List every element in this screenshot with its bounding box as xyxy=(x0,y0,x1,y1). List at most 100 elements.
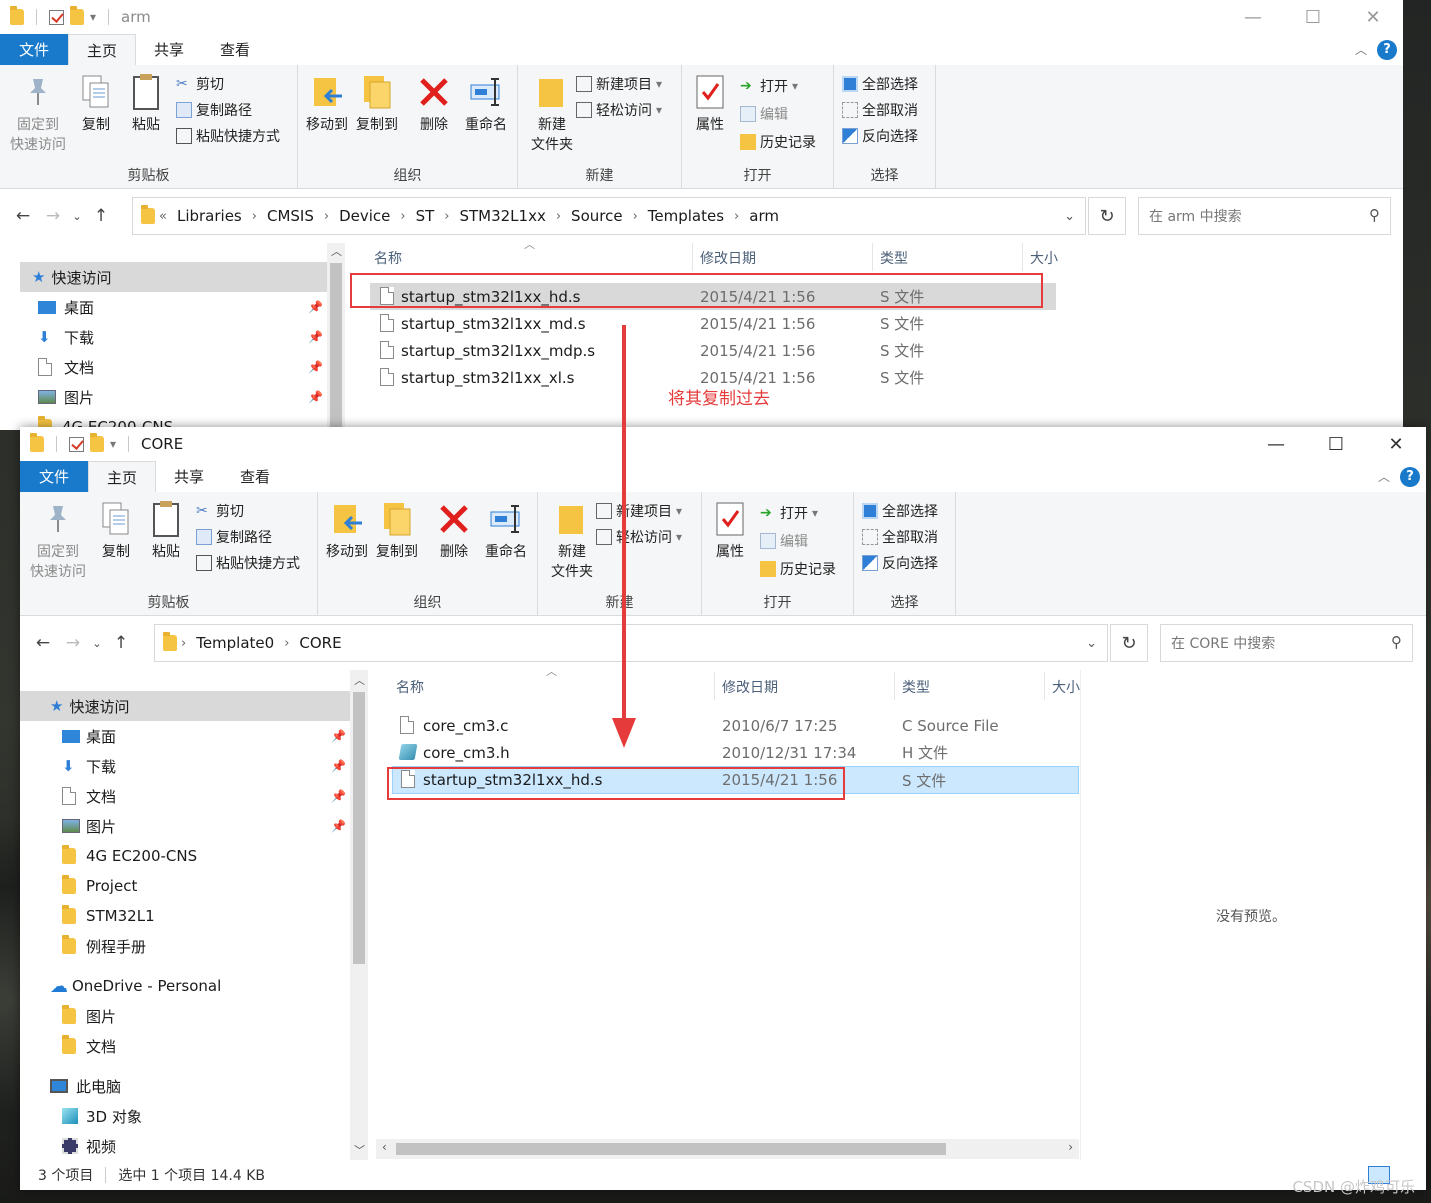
tab-file[interactable]: 文件 xyxy=(0,34,68,65)
copy-to-button[interactable]: 复制到 xyxy=(374,500,420,562)
search-input[interactable]: 在 CORE 中搜索 ⚲ xyxy=(1160,624,1413,662)
paste-button[interactable]: 粘贴 xyxy=(124,73,168,135)
select-all-button[interactable]: 全部选择 xyxy=(862,500,938,522)
forward-arrow-icon[interactable]: → xyxy=(58,633,88,653)
select-none-button[interactable]: 全部取消 xyxy=(842,99,918,121)
column-name[interactable]: 名称 xyxy=(396,672,424,702)
tab-view[interactable]: 查看 xyxy=(202,34,268,65)
close-button[interactable]: ✕ xyxy=(1366,427,1426,461)
column-size[interactable]: 大小 xyxy=(1052,672,1080,702)
properties-quick-icon[interactable] xyxy=(69,436,84,452)
breadcrumb-item[interactable]: Device xyxy=(339,207,390,225)
nav-documents[interactable]: 文档 📌 xyxy=(62,781,346,811)
nav-pictures[interactable]: 图片 📌 xyxy=(38,382,327,412)
recent-locations-icon[interactable]: ⌄ xyxy=(68,210,86,223)
move-to-button[interactable]: 移动到 xyxy=(304,73,350,135)
copy-path-button[interactable]: 复制路径 xyxy=(196,526,272,548)
nav-folder-project[interactable]: Project xyxy=(62,871,346,901)
pin-quick-access-button[interactable]: 固定到 快速访问 xyxy=(8,73,68,155)
new-folder-quick-icon[interactable] xyxy=(70,6,84,25)
invert-selection-button[interactable]: 反向选择 xyxy=(862,552,938,574)
chevron-down-icon[interactable]: ⌄ xyxy=(1064,209,1075,224)
edit-button[interactable]: 编辑 xyxy=(760,530,808,552)
breadcrumb-item[interactable]: Libraries xyxy=(177,207,242,225)
refresh-button[interactable]: ↻ xyxy=(1110,624,1148,662)
new-folder-quick-icon[interactable] xyxy=(90,433,104,452)
properties-button[interactable]: 属性 xyxy=(688,73,732,135)
customize-qat-icon[interactable]: ▾ xyxy=(110,437,116,451)
nav-desktop[interactable]: 桌面 📌 xyxy=(62,721,346,751)
new-item-button[interactable]: 新建项目 ▾ xyxy=(596,500,682,522)
back-arrow-icon[interactable]: ← xyxy=(8,206,38,226)
invert-selection-button[interactable]: 反向选择 xyxy=(842,125,918,147)
recent-locations-icon[interactable]: ⌄ xyxy=(88,637,106,650)
collapse-ribbon-icon[interactable]: ︿ xyxy=(1378,468,1390,485)
edit-button[interactable]: 编辑 xyxy=(740,103,788,125)
column-type[interactable]: 类型 xyxy=(902,672,930,702)
file-row[interactable]: startup_stm32l1xx_mdp.s 2015/4/21 1:56 S 文… xyxy=(370,337,1056,364)
history-button[interactable]: 历史记录 xyxy=(760,558,836,580)
column-type[interactable]: 类型 xyxy=(880,243,908,273)
customize-qat-icon[interactable]: ▾ xyxy=(90,10,96,24)
nav-this-pc[interactable]: 此电脑 xyxy=(50,1071,346,1101)
breadcrumb-item[interactable]: arm xyxy=(749,207,779,225)
easy-access-button[interactable]: 轻松访问 ▾ xyxy=(576,99,662,121)
search-input[interactable]: 在 arm 中搜索 ⚲ xyxy=(1138,197,1391,235)
refresh-button[interactable]: ↻ xyxy=(1088,197,1126,235)
nav-downloads[interactable]: ⬇ 下载 📌 xyxy=(62,751,346,781)
nav-quick-access[interactable]: ★ 快速访问 xyxy=(20,691,350,721)
new-folder-button[interactable]: 新建 文件夹 xyxy=(544,500,600,582)
nav-scrollbar[interactable]: ︿ ﹀ xyxy=(350,670,368,1160)
move-to-button[interactable]: 移动到 xyxy=(324,500,370,562)
column-date[interactable]: 修改日期 xyxy=(700,243,756,273)
open-button[interactable]: ➔ 打开 ▾ xyxy=(740,75,798,97)
maximize-button[interactable]: ☐ xyxy=(1306,427,1366,461)
nav-desktop[interactable]: 桌面 📌 xyxy=(38,292,327,322)
nav-downloads[interactable]: ⬇ 下载 📌 xyxy=(38,322,327,352)
breadcrumb-item[interactable]: CMSIS xyxy=(267,207,314,225)
breadcrumb[interactable]: « Libraries › CMSIS › Device › ST › STM32L1x… xyxy=(132,197,1086,235)
tab-view[interactable]: 查看 xyxy=(222,461,288,492)
nav-onedrive-documents[interactable]: 文档 xyxy=(62,1031,346,1061)
breadcrumb-item[interactable]: Source xyxy=(571,207,623,225)
nav-folder-manual[interactable]: 例程手册 xyxy=(62,931,346,961)
minimize-button[interactable]: — xyxy=(1223,0,1283,34)
paste-shortcut-button[interactable]: 粘贴快捷方式 xyxy=(196,552,300,574)
column-size[interactable]: 大小 xyxy=(1030,243,1058,273)
paste-button[interactable]: 粘贴 xyxy=(144,500,188,562)
nav-videos[interactable]: 视频 xyxy=(62,1131,346,1161)
column-name[interactable]: 名称 xyxy=(374,243,402,273)
maximize-button[interactable]: ☐ xyxy=(1283,0,1343,34)
nav-folder-4g[interactable]: 4G EC200-CNS xyxy=(62,841,346,871)
nav-pictures[interactable]: 图片 📌 xyxy=(62,811,346,841)
delete-button[interactable]: 删除 xyxy=(412,73,456,135)
breadcrumb-item[interactable]: Template0 xyxy=(196,634,274,652)
rename-button[interactable]: 重命名 xyxy=(460,73,512,135)
paste-shortcut-button[interactable]: 粘贴快捷方式 xyxy=(176,125,280,147)
nav-documents[interactable]: 文档 📌 xyxy=(38,352,327,382)
collapse-ribbon-icon[interactable]: ︿ xyxy=(1355,41,1367,58)
copy-path-button[interactable]: 复制路径 xyxy=(176,99,252,121)
cut-button[interactable]: ✂ 剪切 xyxy=(176,73,224,95)
copy-button[interactable]: 复制 xyxy=(94,500,138,562)
new-folder-button[interactable]: 新建 文件夹 xyxy=(524,73,580,155)
breadcrumb-item[interactable]: STM32L1xx xyxy=(459,207,545,225)
nav-quick-access[interactable]: ★ 快速访问 xyxy=(20,262,327,292)
tab-share[interactable]: 共享 xyxy=(156,461,222,492)
close-button[interactable]: ✕ xyxy=(1343,0,1403,34)
tab-home[interactable]: 主页 xyxy=(68,34,137,65)
breadcrumb[interactable]: › Template0 › CORE ⌄ xyxy=(154,624,1108,662)
copy-to-button[interactable]: 复制到 xyxy=(354,73,400,135)
nav-onedrive[interactable]: ☁ OneDrive - Personal xyxy=(50,971,346,1001)
tab-share[interactable]: 共享 xyxy=(136,34,202,65)
rename-button[interactable]: 重命名 xyxy=(480,500,532,562)
nav-3d-objects[interactable]: 3D 对象 xyxy=(62,1101,346,1131)
file-row[interactable]: core_cm3.c 2010/6/7 17:25 C Source File xyxy=(392,712,1078,739)
nav-onedrive-pictures[interactable]: 图片 xyxy=(62,1001,346,1031)
select-all-button[interactable]: 全部选择 xyxy=(842,73,918,95)
nav-folder-stm32l1[interactable]: STM32L1 xyxy=(62,901,346,931)
properties-quick-icon[interactable] xyxy=(49,9,64,25)
cut-button[interactable]: ✂ 剪切 xyxy=(196,500,244,522)
open-button[interactable]: ➔ 打开 ▾ xyxy=(760,502,818,524)
pin-quick-access-button[interactable]: 固定到 快速访问 xyxy=(28,500,88,582)
